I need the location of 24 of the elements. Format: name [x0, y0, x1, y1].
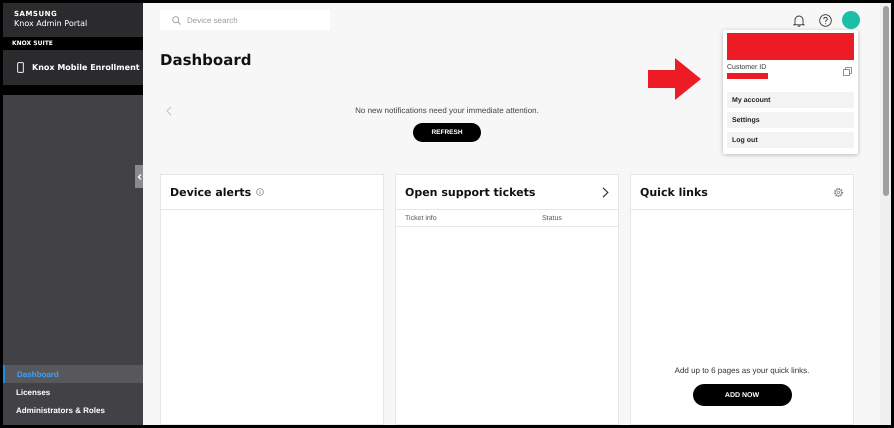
nav-item[interactable]: Administrators & Roles: [3, 401, 143, 419]
app-name[interactable]: Knox Mobile Enrollment: [32, 63, 140, 72]
avatar[interactable]: [842, 11, 860, 29]
notification-message: No new notifications need your immediate attention.: [355, 106, 539, 115]
search-field[interactable]: Device search: [160, 10, 330, 30]
help-icon[interactable]: [819, 14, 832, 26]
arrow-icon: [648, 58, 701, 100]
collapse-handle[interactable]: [135, 165, 143, 188]
chevron-right-icon[interactable]: [602, 186, 609, 198]
bell-icon[interactable]: [793, 14, 805, 26]
empty-message: Add up to 6 pages as your quick links.: [674, 366, 810, 375]
nav-item[interactable]: Licenses: [3, 383, 143, 401]
redaction-bar: [727, 73, 768, 79]
card-title: Quick links: [640, 186, 708, 198]
info-icon: [256, 188, 264, 196]
chevron-left-icon[interactable]: [166, 106, 172, 116]
settings-icon[interactable]: [833, 186, 844, 198]
card-title: Device alerts: [170, 186, 252, 198]
phone-icon: [17, 62, 24, 73]
portal-name: Knox Admin Portal: [14, 19, 88, 28]
search-icon: [172, 16, 181, 25]
copy-icon[interactable]: [843, 67, 852, 76]
page-title: Dashboard: [160, 51, 252, 69]
card-title: Open support tickets: [405, 186, 536, 198]
